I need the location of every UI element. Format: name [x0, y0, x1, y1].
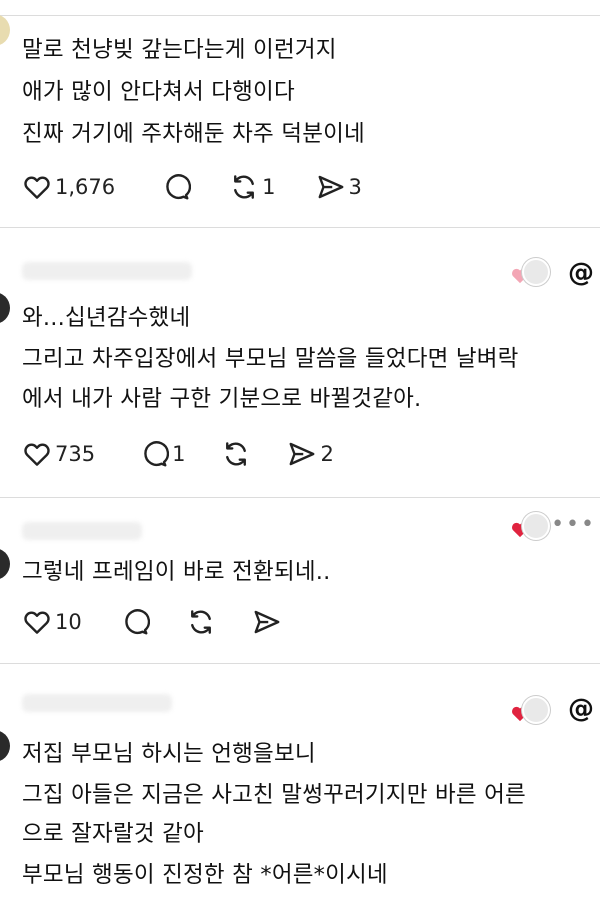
speech-bubble-icon [166, 174, 192, 200]
username-blurred [22, 694, 172, 712]
author-avatar [522, 512, 550, 540]
share-button[interactable]: 3 [316, 172, 362, 202]
post-text-line: 에서 내가 사람 구한 기분으로 바뀔것같아. [22, 386, 422, 412]
post-text-line: 부모님 행동이 진정한 참 *어른*이시네 [22, 862, 388, 888]
threads-logo-icon[interactable]: @ [568, 258, 594, 288]
avatar[interactable] [0, 730, 10, 762]
avatar[interactable] [0, 14, 10, 46]
action-bar: 10 [22, 606, 308, 638]
post-2: @ 와...십년감수했네 그리고 차주입장에서 부모님 말씀을 들었다면 날벼락… [0, 227, 600, 498]
share-button[interactable] [252, 607, 282, 637]
more-options-icon[interactable]: ••• [551, 512, 596, 537]
repost-button[interactable] [221, 439, 251, 469]
post-text-line: 말로 천냥빚 갚는다는게 이런거지 [22, 37, 337, 63]
heart-outline-icon [24, 443, 50, 466]
liked-by-author [510, 256, 550, 286]
liked-by-author [510, 510, 550, 540]
post-text-line: 애가 많이 안다쳐서 다행이다 [22, 79, 295, 105]
username-blurred [22, 262, 192, 280]
heart-outline-icon [24, 176, 50, 199]
post-3: ••• 그렇네 프레임이 바로 전환되네.. 10 [0, 497, 600, 664]
reply-button[interactable] [161, 172, 192, 202]
post-text-line: 으로 잘자랄것 같아 [22, 821, 204, 847]
like-button[interactable]: 1,676 [22, 172, 115, 202]
repost-button[interactable]: 1 [229, 172, 276, 202]
repost-count: 1 [262, 175, 276, 199]
repost-button[interactable] [186, 607, 216, 637]
repost-icon [226, 442, 247, 466]
avatar[interactable] [0, 292, 10, 324]
liked-by-author [510, 694, 550, 724]
like-count: 1,676 [55, 175, 116, 199]
post-text-line: 그집 아들은 지금은 사고친 말썽꾸러기지만 바른 어른 [22, 782, 526, 808]
speech-bubble-icon [125, 609, 150, 635]
send-icon [318, 175, 343, 199]
reply-button[interactable]: 1 [139, 439, 185, 469]
send-icon [254, 610, 280, 634]
send-icon [290, 442, 315, 466]
reply-button[interactable] [120, 607, 150, 637]
post-text-line: 와...십년감수했네 [22, 305, 191, 331]
repost-icon [190, 610, 211, 634]
heart-outline-icon [24, 611, 50, 634]
author-avatar [522, 258, 550, 286]
reply-count: 1 [172, 442, 186, 466]
username-blurred [22, 522, 142, 540]
like-button[interactable]: 10 [22, 607, 82, 637]
post-text-line: 그렇네 프레임이 바로 전환되네.. [22, 559, 331, 585]
like-count: 735 [55, 442, 96, 466]
repost-icon [234, 175, 255, 199]
like-count: 10 [55, 610, 82, 634]
post-text-line: 진짜 거기에 주차해둔 차주 덕분이네 [22, 121, 365, 147]
share-count: 2 [320, 442, 334, 466]
author-avatar [522, 696, 550, 724]
like-button[interactable]: 735 [22, 439, 95, 469]
avatar[interactable] [0, 548, 10, 580]
threads-logo-icon[interactable]: @ [568, 694, 594, 724]
speech-bubble-icon [144, 441, 170, 467]
post-text-line: 그리고 차주입장에서 부모님 말씀을 들었다면 날벼락 [22, 346, 519, 372]
share-count: 3 [348, 175, 362, 199]
action-bar: 1,676 1 3 [22, 171, 388, 203]
post-4: @ 저집 부모님 하시는 언행을보니 그집 아들은 지금은 사고친 말썽꾸러기지… [0, 663, 600, 923]
post-text-line: 저집 부모님 하시는 언행을보니 [22, 741, 316, 767]
post-1: 말로 천냥빚 갚는다는게 이런거지 애가 많이 안다쳐서 다행이다 진짜 거기에… [0, 14, 600, 228]
action-bar: 735 1 2 [22, 438, 360, 470]
share-button[interactable]: 2 [287, 439, 334, 469]
